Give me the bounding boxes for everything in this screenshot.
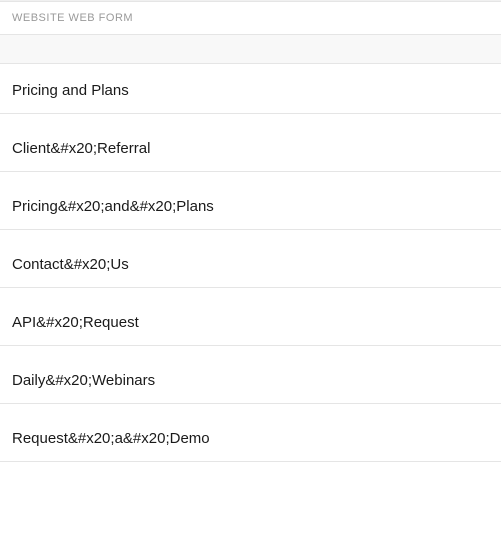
selected-value-row <box>0 34 501 64</box>
current-value[interactable]: Pricing and Plans <box>0 64 501 113</box>
option-client-referral[interactable]: Client&#x20;Referral <box>0 114 501 172</box>
option-pricing-and-plans[interactable]: Pricing&#x20;and&#x20;Plans <box>0 172 501 230</box>
option-api-request[interactable]: API&#x20;Request <box>0 288 501 346</box>
option-contact-us[interactable]: Contact&#x20;Us <box>0 230 501 288</box>
web-form-picker: WEBSITE WEB FORM Pricing and Plans Clien… <box>0 0 501 462</box>
field-label: WEBSITE WEB FORM <box>12 12 489 24</box>
option-daily-webinars[interactable]: Daily&#x20;Webinars <box>0 346 501 404</box>
field-header: WEBSITE WEB FORM <box>0 2 501 34</box>
option-request-a-demo[interactable]: Request&#x20;a&#x20;Demo <box>0 404 501 462</box>
